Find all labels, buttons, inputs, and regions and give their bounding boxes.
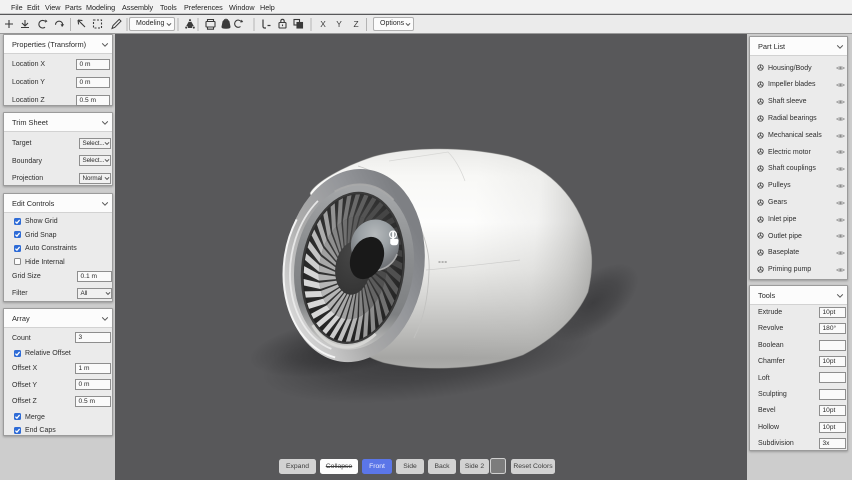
svg-text:Y: Y [336,19,342,29]
svg-text:Z: Z [353,19,358,29]
svg-text:X: X [320,19,326,29]
